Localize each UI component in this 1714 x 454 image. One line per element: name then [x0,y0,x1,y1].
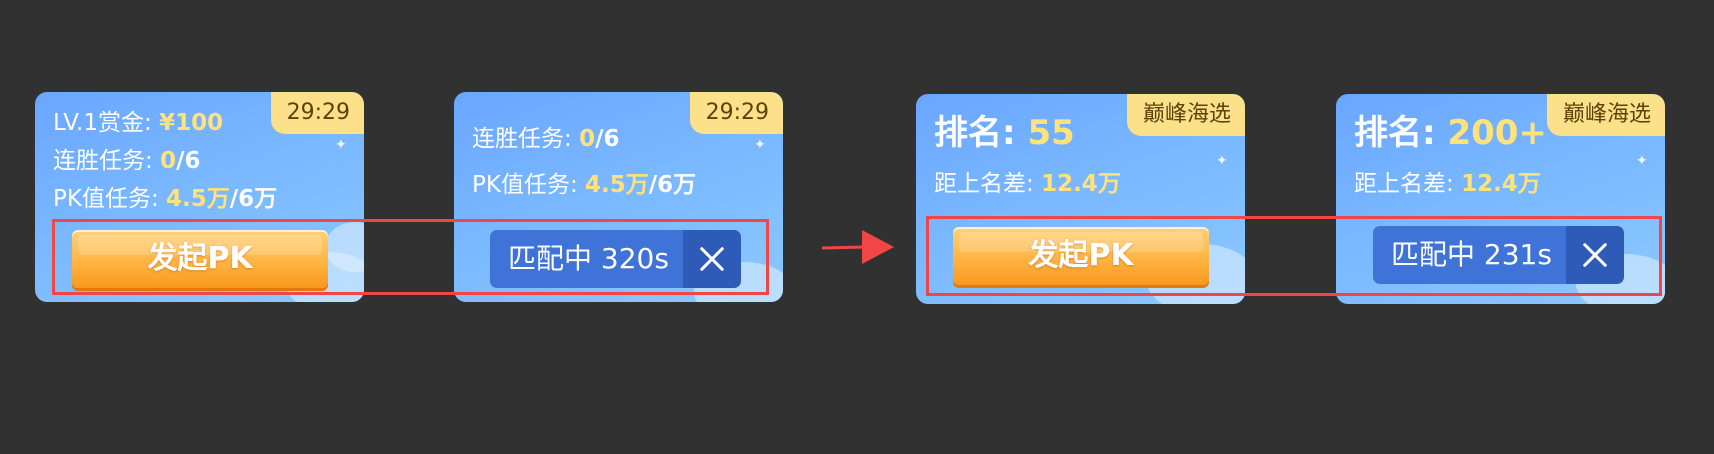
gap-label: 距上名差: [1354,171,1462,197]
sparkle-icon: ✦ [754,137,766,153]
pk-task-row: PK值任务: 4.5万/6万 [472,170,696,200]
rank-row: 排名: 55 [934,112,1075,154]
gap-row: 距上名差: 12.4万 [934,169,1121,199]
bounty-row: LV.1赏金: ¥100 [53,108,223,138]
bounty-value: ¥100 [159,110,224,136]
pk-done: 4.5万 [585,172,649,198]
pk-done: 4.5万 [166,186,230,212]
annotation-highlight-left [52,219,769,295]
gap-value: 12.4万 [1041,171,1121,197]
pk-total: /6万 [648,172,697,198]
rank-label: 排名: [934,113,1028,153]
streak-label: 连胜任务: [472,126,580,152]
countdown-timer: 29:29 [689,92,783,134]
streak-label: 连胜任务: [53,148,161,174]
streak-done: 0 [160,148,177,174]
pk-label: PK值任务: [472,172,586,198]
sparkle-icon: ✦ [1636,153,1648,169]
gap-value: 12.4万 [1461,171,1541,197]
bounty-label: LV.1赏金: [53,110,160,136]
streak-total: /6 [176,148,201,174]
streak-task-row: 连胜任务: 0/6 [472,124,619,154]
pk-task-row: PK值任务: 4.5万/6万 [53,184,277,214]
event-tag: 巅峰海选 [1546,94,1665,136]
gap-row: 距上名差: 12.4万 [1354,169,1541,199]
streak-total: /6 [595,126,620,152]
sparkle-icon: ✦ [1216,153,1228,169]
rank-value: 200+ [1447,113,1547,153]
streak-task-row: 连胜任务: 0/6 [53,146,200,176]
countdown-timer: 29:29 [270,92,364,134]
rank-value: 55 [1027,113,1075,153]
pk-label: PK值任务: [53,186,167,212]
gap-label: 距上名差: [934,171,1042,197]
streak-done: 0 [579,126,596,152]
right-arrow-icon [822,230,894,264]
rank-label: 排名: [1354,113,1448,153]
rank-row: 排名: 200+ [1354,112,1547,154]
sparkle-icon: ✦ [335,137,347,153]
event-tag: 巅峰海选 [1126,94,1245,136]
annotation-highlight-right [926,216,1662,296]
pk-total: /6万 [229,186,278,212]
